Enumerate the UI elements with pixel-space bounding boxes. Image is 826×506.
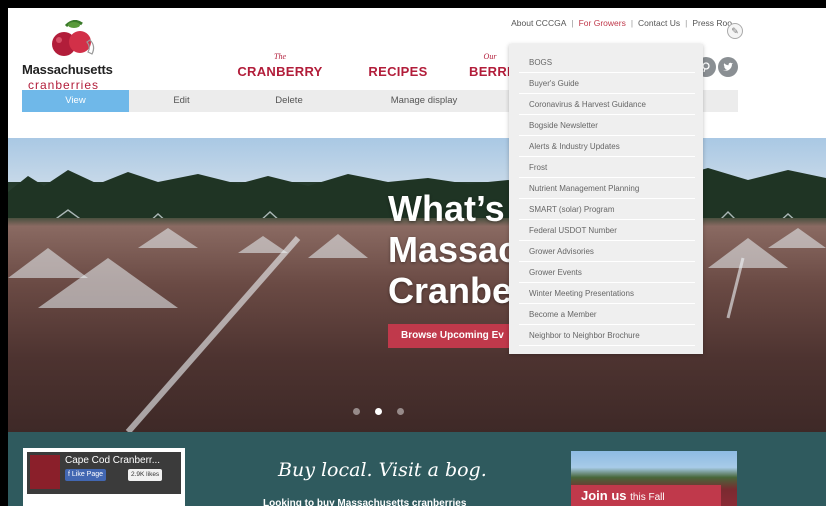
for-growers-dropdown: BOGS Buyer's Guide Coronavirus & Harvest… xyxy=(509,44,703,354)
dropdown-item-grower-events[interactable]: Grower Events xyxy=(519,262,695,283)
dropdown-item-become-member[interactable]: Become a Member xyxy=(519,304,695,325)
pencil-icon[interactable]: ✎ xyxy=(727,23,743,39)
nav-item-label: RECIPES xyxy=(368,64,428,79)
band-text: Looking to buy Massachusetts cranberries xyxy=(263,498,467,506)
hero-banner: What’s Massac Cranbe Browse Upcoming Ev xyxy=(8,138,826,432)
facebook-page-thumbnail xyxy=(30,455,60,489)
facebook-widget[interactable]: Cape Cod Cranberr... f Like Page 2.9K li… xyxy=(23,448,185,506)
buy-local-band: Cape Cod Cranberr... f Like Page 2.9K li… xyxy=(8,432,826,506)
dropdown-item-buyers-guide[interactable]: Buyer's Guide xyxy=(519,73,695,94)
band-heading: Buy local. Visit a bog. xyxy=(278,459,487,481)
logo-name: Massachusetts xyxy=(22,62,113,77)
twitter-glyph xyxy=(723,62,733,71)
facebook-like-label: Like Page xyxy=(71,471,104,478)
dropdown-item-smart-program[interactable]: SMART (solar) Program xyxy=(519,199,695,220)
carousel-dot[interactable] xyxy=(397,408,404,415)
dropdown-item-grower-advisories[interactable]: Grower Advisories xyxy=(519,241,695,262)
facebook-like-count: 2.9K likes xyxy=(128,469,163,481)
util-separator: | xyxy=(571,18,574,28)
nav-item-label: CRANBERRY xyxy=(237,64,323,79)
twitter-icon[interactable] xyxy=(718,57,738,77)
nav-item-prefix xyxy=(360,52,436,64)
util-link-for-growers[interactable]: For Growers xyxy=(579,18,626,28)
promo-tag: Join us this Fall xyxy=(571,485,721,506)
util-link-contact[interactable]: Contact Us xyxy=(638,18,680,28)
nav-item-label: BERRI xyxy=(469,64,511,79)
dropdown-item-alerts[interactable]: Alerts & Industry Updates xyxy=(519,136,695,157)
site-logo[interactable]: Massachusetts cranberries xyxy=(22,20,122,92)
facebook-like-button[interactable]: f Like Page xyxy=(65,469,107,481)
nav-item-our-berries[interactable]: Our BERRI xyxy=(465,52,515,79)
util-separator: | xyxy=(685,18,688,28)
util-link-about[interactable]: About CCCGA xyxy=(511,18,566,28)
tab-view[interactable]: View xyxy=(22,90,129,112)
dropdown-item-winter-meeting[interactable]: Winter Meeting Presentations xyxy=(519,283,695,304)
facebook-widget-header: Cape Cod Cranberr... f Like Page 2.9K li… xyxy=(27,452,181,494)
promo-rest: this Fall xyxy=(630,492,665,503)
cranberry-logo-icon xyxy=(52,20,95,56)
util-separator: | xyxy=(630,18,634,28)
tab-manage-display[interactable]: Manage display xyxy=(344,90,504,112)
facebook-page-title[interactable]: Cape Cod Cranberr... xyxy=(65,455,160,466)
page: Massachusetts cranberries About CCCGA | Fo… xyxy=(8,8,826,506)
dropdown-item-bogside-newsletter[interactable]: Bogside Newsletter xyxy=(519,115,695,136)
dropdown-item-coronavirus[interactable]: Coronavirus & Harvest Guidance xyxy=(519,94,695,115)
nav-item-cranberry[interactable]: The CRANBERRY xyxy=(232,52,328,79)
dropdown-item-frost[interactable]: Frost xyxy=(519,157,695,178)
tab-edit[interactable]: Edit xyxy=(129,90,234,112)
utility-nav: About CCCGA | For Growers | Contact Us | Press… xyxy=(511,18,732,28)
carousel-dot[interactable] xyxy=(353,408,360,415)
nav-item-prefix: The xyxy=(274,52,286,61)
promo-image[interactable]: Join us this Fall xyxy=(571,451,737,506)
nav-item-prefix: Our xyxy=(483,52,497,61)
carousel-dot-active[interactable] xyxy=(375,408,382,415)
promo-lead: Join us xyxy=(581,488,627,503)
dropdown-item-nutrient-management[interactable]: Nutrient Management Planning xyxy=(519,178,695,199)
nav-item-recipes[interactable]: RECIPES xyxy=(360,52,436,79)
dropdown-item-usdot[interactable]: Federal USDOT Number xyxy=(519,220,695,241)
dropdown-item-bogs[interactable]: BOGS xyxy=(519,52,695,73)
dropdown-item-neighbor-brochure[interactable]: Neighbor to Neighbor Brochure xyxy=(519,325,695,346)
hero-title: What’s Massac Cranbe xyxy=(388,188,519,311)
tab-delete[interactable]: Delete xyxy=(234,90,344,112)
util-link-press-room[interactable]: Press Roo xyxy=(692,18,732,28)
